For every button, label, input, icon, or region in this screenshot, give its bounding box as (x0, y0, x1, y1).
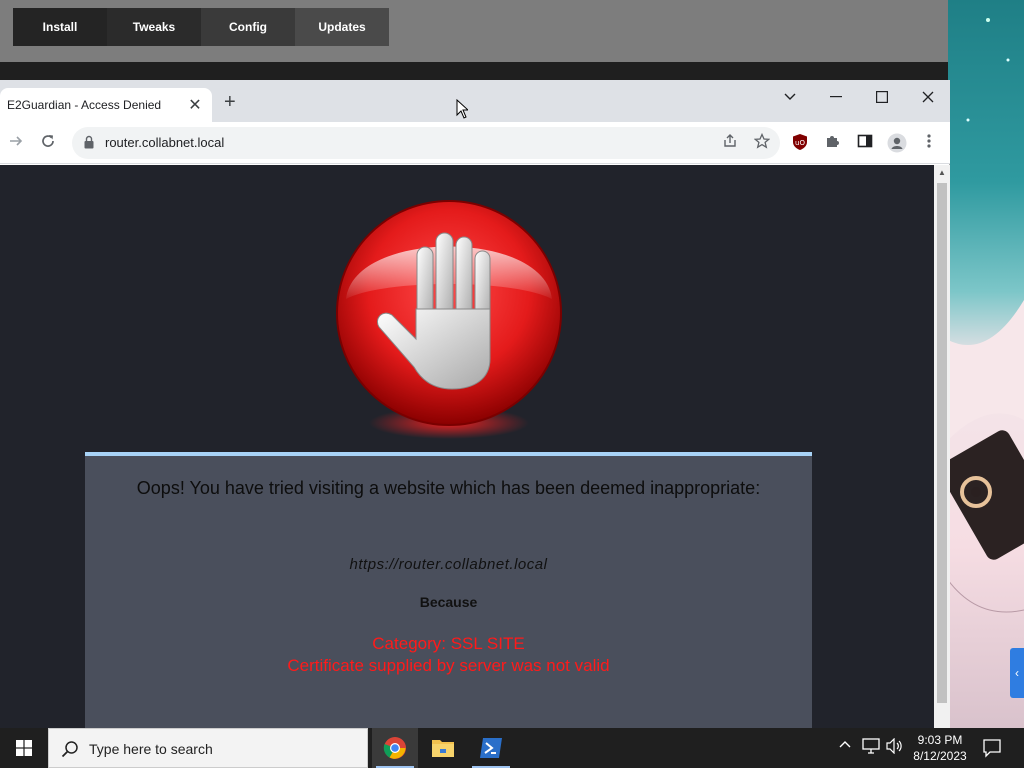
clock-date: 8/12/2023 (913, 749, 967, 763)
profile-avatar-icon[interactable] (887, 133, 907, 153)
side-panel-tab[interactable]: ‹ (1010, 648, 1024, 698)
browser-window: E2Guardian - Access Denied ✕ + router.co… (0, 80, 950, 728)
maximize-button[interactable] (867, 84, 897, 110)
access-denied-panel: Oops! You have tried visiting a website … (85, 452, 812, 728)
folder-icon (432, 740, 454, 757)
mouse-cursor-icon (456, 99, 468, 119)
svg-text:uO: uO (795, 139, 805, 147)
chrome-taskbar-button[interactable] (372, 728, 418, 768)
tab-config[interactable]: Config (201, 8, 295, 46)
powershell-icon (480, 738, 502, 758)
extensions-puzzle-icon[interactable] (822, 133, 842, 153)
start-button[interactable] (0, 728, 48, 768)
taskbar: Type here to search 9:03 PM 8/12/2023 (0, 728, 1024, 768)
desktop-wallpaper (948, 0, 1024, 728)
tab-strip: E2Guardian - Access Denied ✕ + (0, 80, 950, 122)
tab-tweaks[interactable]: Tweaks (107, 8, 201, 46)
notification-center-icon[interactable] (978, 736, 1006, 760)
chrome-icon (383, 737, 406, 759)
tab-install[interactable]: Install (13, 8, 107, 46)
show-hidden-icons-icon[interactable] (838, 738, 852, 755)
tab-search-icon[interactable] (775, 84, 805, 110)
taskbar-clock[interactable]: 9:03 PM 8/12/2023 (905, 732, 975, 764)
side-panel-icon[interactable] (855, 133, 875, 153)
powershell-taskbar-button[interactable] (468, 728, 514, 768)
close-window-button[interactable] (913, 84, 943, 110)
because-label: Because (419, 594, 478, 610)
background-app-window: Install Tweaks Config Updates (0, 0, 948, 82)
category-text: Category: SSL SITE (372, 634, 525, 653)
stop-hand-icon (336, 200, 562, 439)
file-explorer-taskbar-button[interactable] (420, 728, 466, 768)
url-text[interactable]: router.collabnet.local (105, 135, 224, 150)
browser-tab-active[interactable]: E2Guardian - Access Denied ✕ (0, 88, 212, 122)
reason-text: Certificate supplied by server was not v… (287, 656, 610, 675)
reload-icon[interactable] (38, 133, 58, 153)
lock-icon[interactable] (84, 135, 94, 149)
clock-time: 9:03 PM (917, 733, 963, 747)
network-icon[interactable] (862, 738, 880, 757)
taskbar-search-box[interactable]: Type here to search (48, 728, 368, 768)
scroll-up-icon[interactable]: ▲ (938, 168, 946, 177)
bookmark-star-icon[interactable] (752, 132, 772, 153)
minimize-button[interactable] (821, 84, 851, 110)
ublock-extension-icon[interactable]: uO (790, 133, 810, 153)
new-tab-button[interactable]: + (224, 92, 236, 112)
blocked-url: https://router.collabnet.local (349, 556, 548, 573)
volume-icon[interactable] (886, 737, 904, 757)
windows-logo-icon (16, 740, 32, 756)
wallpaper-art (948, 18, 1024, 613)
search-placeholder: Type here to search (89, 741, 213, 757)
denied-message: Oops! You have tried visiting a website … (136, 478, 761, 498)
forward-icon[interactable] (6, 133, 26, 153)
browser-toolbar: router.collabnet.local uO (0, 122, 950, 164)
menu-kebab-icon[interactable] (919, 133, 939, 153)
background-app-strip (0, 62, 948, 82)
scrollbar-thumb[interactable] (937, 183, 947, 703)
tab-title: E2Guardian - Access Denied (7, 98, 162, 112)
page-content: Oops! You have tried visiting a website … (0, 165, 934, 728)
share-icon[interactable] (720, 133, 740, 153)
background-app-tabs: Install Tweaks Config Updates (13, 8, 389, 46)
tab-updates[interactable]: Updates (295, 8, 389, 46)
address-bar[interactable]: router.collabnet.local (72, 127, 780, 159)
search-icon (61, 741, 78, 758)
tab-close-icon[interactable]: ✕ (188, 95, 202, 115)
page-scrollbar[interactable]: ▲ (934, 165, 950, 728)
